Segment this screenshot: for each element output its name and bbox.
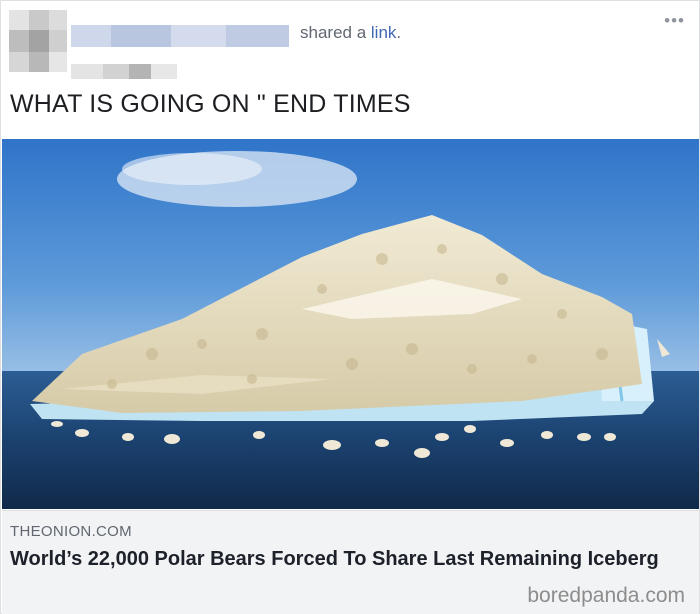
link-preview-image[interactable] [2, 139, 699, 509]
avatar-blurred[interactable] [9, 10, 67, 72]
post-header: shared a link. ••• [1, 1, 699, 83]
shared-suffix: . [396, 23, 402, 42]
link-preview[interactable]: THEONION.COM World’s 22,000 Polar Bears … [2, 510, 699, 614]
post-meta-blurred [71, 64, 177, 79]
shared-prefix: shared a [300, 23, 367, 42]
link-domain: THEONION.COM [10, 523, 132, 540]
feed-post: shared a link. ••• WHAT IS GOING ON " EN… [0, 0, 700, 614]
watermark: boredpanda.com [527, 584, 685, 607]
shared-a-link-text: shared a link. [300, 23, 401, 43]
author-name-blurred[interactable] [71, 25, 289, 47]
post-text: WHAT IS GOING ON " END TIMES [10, 90, 411, 118]
link-headline[interactable]: World’s 22,000 Polar Bears Forced To Sha… [10, 546, 670, 573]
more-horizontal-icon[interactable]: ••• [664, 11, 685, 31]
shared-link[interactable]: link [371, 23, 397, 42]
